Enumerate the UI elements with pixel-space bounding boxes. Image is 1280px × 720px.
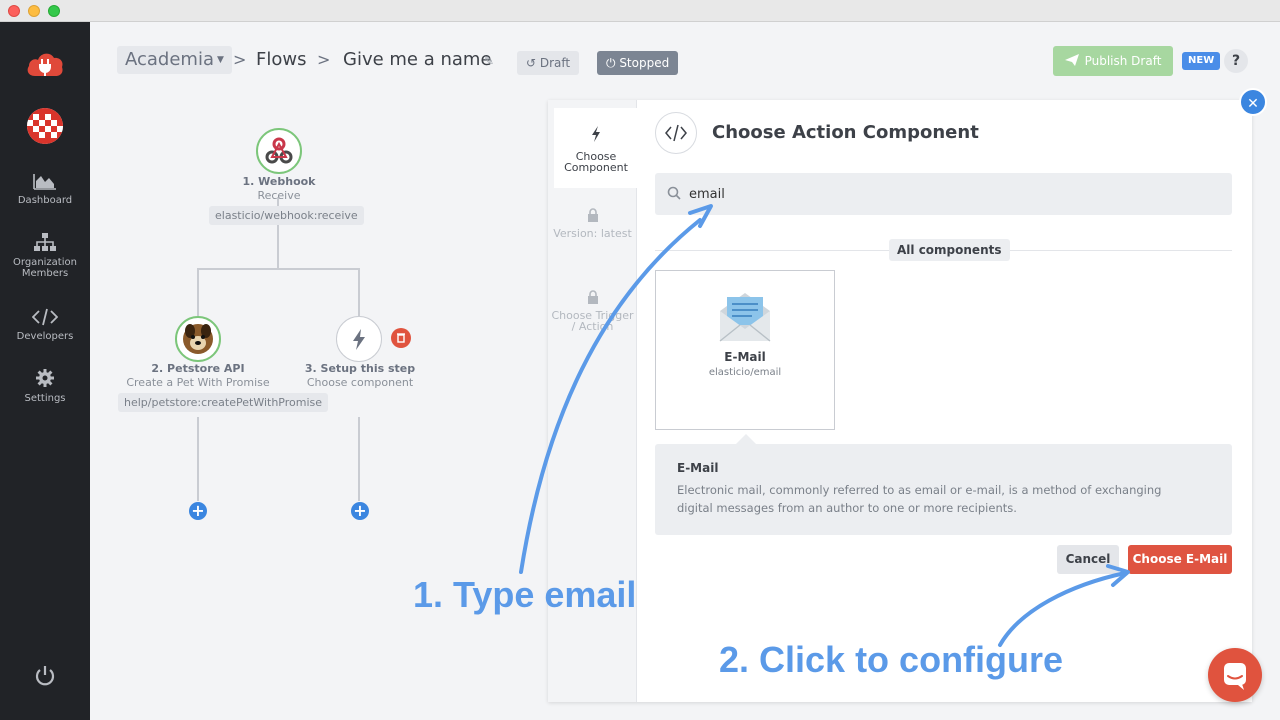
webhook-node[interactable] (256, 128, 302, 174)
node-title: 3. Setup this step (304, 362, 416, 375)
minimize-window-button[interactable] (28, 5, 40, 17)
pencil-icon[interactable]: ✎ (484, 54, 494, 68)
trash-icon[interactable] (391, 328, 411, 348)
lock-icon (587, 208, 598, 222)
sidebar-item-label: Developers (16, 331, 74, 342)
help-button[interactable]: ? (1224, 49, 1248, 73)
component-description: E-Mail Electronic mail, commonly referre… (655, 444, 1232, 535)
undo-icon: ↺ (526, 56, 540, 70)
new-badge: NEW (1182, 52, 1221, 70)
caret-down-icon: ▼ (217, 55, 224, 65)
org-selector[interactable]: Academia ▼ (117, 46, 232, 74)
search-icon (667, 186, 681, 200)
connector-line (197, 268, 199, 316)
component-id: elasticio/email (708, 367, 782, 378)
step-label: Choose Trigger / Action (551, 309, 634, 333)
annotation-step-1: 1. Type email (413, 574, 637, 615)
step-choose-trigger-action: Choose Trigger / Action (548, 290, 637, 350)
add-step-button[interactable]: + (189, 502, 207, 520)
sidebar-item-settings[interactable]: Settings (0, 368, 90, 404)
cloud-plug-logo-icon[interactable] (25, 48, 65, 78)
publish-label: Publish Draft (1084, 54, 1162, 68)
lock-icon (587, 290, 598, 304)
draft-badge[interactable]: ↺ Draft (517, 51, 580, 75)
sidebar: Dashboard Organization Members Developer… (0, 22, 90, 720)
panel-title: Choose Action Component (712, 122, 979, 143)
component-search (655, 173, 1232, 215)
draft-label: Draft (539, 56, 571, 70)
sidebar-item-dashboard[interactable]: Dashboard (0, 172, 90, 206)
close-window-button[interactable] (8, 5, 20, 17)
code-icon (32, 308, 58, 326)
component-name: E-Mail (724, 350, 766, 364)
breadcrumb-flows[interactable]: Flows (256, 49, 306, 70)
component-card-email[interactable]: E-Mail elasticio/email (655, 270, 835, 430)
search-input[interactable] (689, 173, 1209, 215)
lightning-icon (353, 329, 365, 350)
choose-component-panel: Choose Component Version: latest Choose … (548, 100, 1252, 702)
petstore-node[interactable] (175, 316, 221, 362)
add-step-button[interactable]: + (351, 502, 369, 520)
publish-draft-button[interactable]: Publish Draft (1053, 46, 1173, 76)
lightning-icon (592, 126, 600, 142)
power-small-icon: ⏻ (606, 56, 620, 70)
paper-plane-icon (1064, 54, 1079, 66)
description-title: E-Mail (677, 461, 719, 475)
sidebar-item-organization-members[interactable]: Organization Members (0, 232, 90, 279)
sidebar-item-label: Settings (24, 393, 66, 404)
description-text: Electronic mail, commonly referred to as… (677, 483, 1162, 515)
step-label: Choose Component (564, 150, 628, 174)
node-subtitle: Choose component (306, 376, 414, 389)
connector-line (358, 417, 360, 501)
choose-email-button[interactable]: Choose E-Mail (1128, 545, 1232, 574)
step-choose-component[interactable]: Choose Component (554, 108, 638, 188)
annotation-step-2: 2. Click to configure (719, 639, 1064, 680)
user-avatar[interactable] (27, 108, 63, 144)
sitemap-icon (34, 233, 56, 251)
window-titlebar (0, 0, 1280, 22)
chevron-right-icon: > (233, 50, 247, 69)
envelope-icon (719, 293, 771, 342)
connector-line (197, 417, 199, 501)
maximize-window-button[interactable] (48, 5, 60, 17)
chat-launcher-button[interactable] (1208, 648, 1262, 702)
connector-line (197, 268, 360, 270)
description-pointer (736, 434, 756, 444)
chart-area-icon (33, 174, 56, 190)
close-panel-button[interactable]: ✕ (1239, 88, 1267, 116)
status-label: Stopped (619, 56, 670, 70)
code-icon (655, 112, 697, 154)
cancel-button[interactable]: Cancel (1057, 545, 1119, 574)
chat-icon (1224, 663, 1246, 690)
connector-line (358, 268, 360, 316)
node-tag: help/petstore:createPetWithPromise (118, 393, 329, 412)
dog-icon (183, 324, 213, 354)
page-header: Academia ▼ > Flows > Give me a name ✎ ↺ D… (90, 22, 1280, 100)
step-label: Version: latest (553, 227, 632, 240)
sidebar-item-label: Dashboard (17, 195, 73, 206)
gear-icon (36, 369, 54, 387)
section-label: All components (889, 239, 1010, 261)
org-name: Academia (125, 49, 214, 70)
node-subtitle: Receive (257, 189, 301, 202)
node-tag: elasticio/webhook:receive (209, 206, 364, 225)
webhook-icon (265, 137, 293, 164)
sidebar-item-developers[interactable]: Developers (0, 308, 90, 342)
flow-name[interactable]: Give me a name (343, 49, 492, 70)
setup-step-node[interactable] (336, 316, 382, 362)
chevron-right-icon: > (317, 50, 331, 69)
flow-canvas: 1. Webhook Receive elasticio/webhook:rec… (90, 100, 548, 720)
node-title: 1. Webhook (242, 175, 316, 188)
step-version: Version: latest (548, 208, 637, 268)
sidebar-item-label: Organization Members (13, 257, 77, 279)
status-badge[interactable]: ⏻ Stopped (597, 51, 679, 75)
power-icon[interactable] (33, 664, 57, 688)
